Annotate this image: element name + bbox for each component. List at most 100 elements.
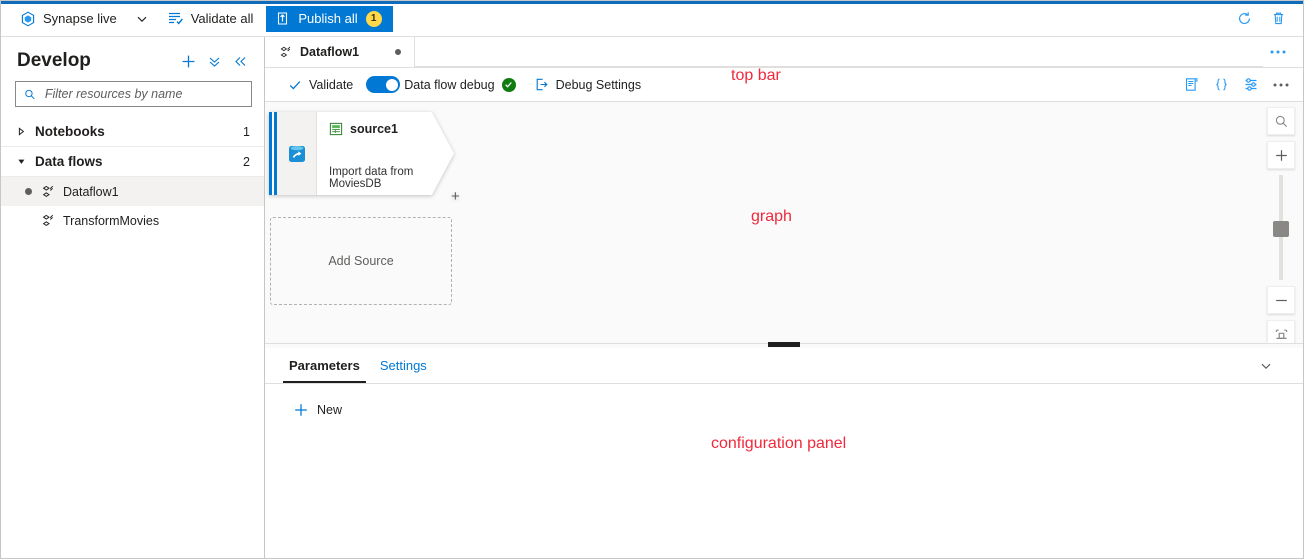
develop-panel: Develop Filter resources by name Noteboo… [1,37,265,558]
delete-button[interactable] [1263,5,1293,33]
search-input[interactable] [42,86,243,102]
double-chevron-down-icon [209,57,219,67]
validate-list-icon [168,12,183,25]
zoom-slider-handle[interactable] [1273,221,1289,237]
tab-label: Dataflow1 [300,45,360,59]
toggle-knob [385,78,398,91]
workspace-mode-chevron[interactable] [126,5,158,33]
tabstrip-more-button[interactable] [1263,38,1293,66]
node-body: source1 Import data from MoviesDB [269,112,454,195]
debug-settings-icon [536,78,548,91]
workspace-mode-label: Synapse live [43,11,117,26]
fit-screen-icon [1275,329,1287,339]
data-flow-debug-toggle[interactable] [366,76,401,93]
chevron-down-icon [137,16,147,22]
node-accent-bar-inner [274,112,277,195]
splitter-grip[interactable] [768,342,800,347]
node-accent-bar-outer [269,112,272,195]
script-icon [1185,78,1197,91]
resource-tree: Notebooks 1 Data flows 2 Dataflow1 Trans… [1,117,264,235]
triangle-right-icon [17,127,35,136]
zoom-in-button[interactable] [1267,141,1295,169]
configuration-panel-body: New [265,384,1303,558]
sidebar-item-label: TransformMovies [63,213,160,228]
add-new-resource-button[interactable] [176,49,200,73]
tree-group-label: Data flows [35,154,103,169]
tab-settings[interactable]: Settings [370,348,437,383]
more-commands-button[interactable] [1267,72,1295,98]
filter-row [1,81,264,115]
command-bar-right-icons [1177,72,1295,98]
search-icon [25,89,35,99]
node-icon-column [277,112,317,195]
zoom-slider[interactable] [1273,175,1289,280]
ellipsis-icon [1273,83,1289,86]
zoom-search-button[interactable] [1267,107,1295,135]
database-source-icon [288,145,305,162]
sidebar-item-dataflow1[interactable]: Dataflow1 [1,177,264,206]
plus-icon [182,55,194,67]
fit-to-screen-button[interactable] [1267,320,1295,343]
collapse-panel-button[interactable] [228,49,252,73]
add-source-label: Add Source [328,254,394,268]
configuration-panel: Parameters Settings New [265,348,1303,558]
top-bar-right-group [1229,5,1303,33]
graph-node-source1[interactable]: source1 Import data from MoviesDB + [269,112,460,205]
validate-button[interactable]: Validate [279,72,362,98]
checkmark-icon [289,80,301,90]
add-source-button[interactable]: Add Source [270,217,452,305]
data-flow-script-button[interactable] [1177,72,1205,98]
publish-all-button[interactable]: Publish all 1 [266,5,393,32]
new-parameter-button[interactable]: New [287,398,348,422]
double-chevron-left-icon [234,56,245,66]
magnifier-icon [1275,115,1287,127]
modified-dot [25,188,32,195]
more-actions-button[interactable] [202,49,226,73]
filter-box[interactable] [15,81,252,107]
plus-icon [295,404,307,416]
node-content: source1 Import data from MoviesDB [317,112,454,195]
tab-settings-label: Settings [379,358,427,373]
publish-all-label: Publish all [298,11,358,26]
refresh-button[interactable] [1229,5,1259,33]
editor-tabstrip: Dataflow1 [265,37,1303,68]
tab-parameters[interactable]: Parameters [279,348,370,383]
sidebar-item-transformmovies[interactable]: TransformMovies [1,206,264,235]
validate-all-button[interactable]: Validate all [158,5,263,33]
top-bar-left-group: Synapse live Validate all Publish all 1 [1,5,393,33]
node-title-row: source1 [329,122,444,136]
annotation-graph: graph [751,208,792,225]
zoom-out-button[interactable] [1267,286,1295,314]
configuration-tabs: Parameters Settings [265,348,1303,384]
tree-group-data-flows[interactable]: Data flows 2 [1,147,264,177]
node-title: source1 [350,122,398,136]
modified-dot-placeholder [25,217,32,224]
dataflow-icon [42,185,54,197]
flow-settings-button[interactable] [1237,72,1265,98]
add-downstream-plus-icon[interactable]: + [451,188,460,205]
develop-panel-header: Develop [1,37,264,81]
tab-dataflow1[interactable]: Dataflow1 [265,37,415,67]
ellipsis-icon [1270,50,1286,54]
publish-count-badge: 1 [365,10,382,27]
workspace-mode-selector[interactable]: Synapse live [11,5,126,33]
collapse-configuration-panel-button[interactable] [1259,348,1289,383]
global-top-bar: Synapse live Validate all Publish all 1 [1,1,1303,37]
success-check-icon [501,77,516,92]
synapse-studio-window: Synapse live Validate all Publish all 1 … [0,0,1304,559]
trash-icon [1273,12,1283,25]
debug-settings-button[interactable]: Debug Settings [525,72,650,98]
code-button[interactable] [1207,72,1235,98]
node-subtitle: Import data from MoviesDB [329,166,414,190]
develop-panel-actions [176,49,252,73]
annotation-configuration-panel: configuration panel [711,435,847,452]
dataflow-command-bar: Validate Data flow debug Debug Settings [265,68,1303,102]
dataflow-icon [280,46,291,57]
tree-group-label: Notebooks [35,124,105,139]
validate-all-label: Validate all [190,11,254,26]
minus-icon [1275,299,1287,301]
plus-icon [1275,149,1287,161]
page-title: Develop [17,50,91,71]
tab-parameters-label: Parameters [289,358,360,373]
tree-group-notebooks[interactable]: Notebooks 1 [1,117,264,147]
